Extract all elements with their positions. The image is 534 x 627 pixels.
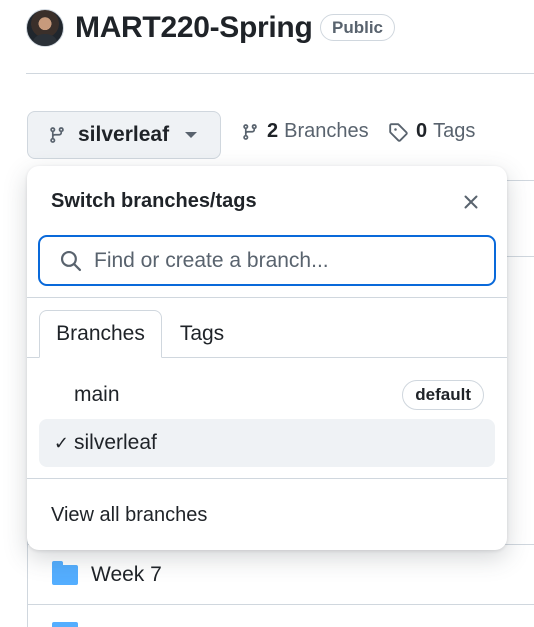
branch-item-silverleaf[interactable]: ✓ silverleaf <box>39 419 495 467</box>
default-badge: default <box>402 380 484 410</box>
branch-dropdown: Switch branches/tags Branches Tags main … <box>27 166 507 550</box>
header-divider <box>26 73 534 74</box>
git-branch-icon <box>243 123 257 140</box>
view-all-branches-link[interactable]: View all branches <box>51 504 207 527</box>
branches-link[interactable]: 2 Branches <box>241 120 369 143</box>
dropdown-divider <box>27 478 507 479</box>
branch-item-main[interactable]: main default <box>39 371 495 419</box>
branches-label: Branches <box>284 120 369 142</box>
branch-selector-button[interactable]: silverleaf <box>27 111 221 159</box>
tags-link[interactable]: 0 Tags <box>388 120 475 143</box>
branch-search-input[interactable] <box>94 248 474 273</box>
file-name[interactable]: Week 7 <box>91 563 162 587</box>
current-branch-label: silverleaf <box>78 123 170 146</box>
git-branch-icon <box>50 127 64 143</box>
tags-label: Tags <box>433 120 476 142</box>
caret-down-icon <box>185 132 198 138</box>
file-row-divider <box>27 604 534 605</box>
branches-count: 2 <box>267 120 279 142</box>
tab-tags[interactable]: Tags <box>169 310 235 358</box>
branch-item-label: main <box>74 383 120 406</box>
search-icon <box>60 250 82 271</box>
branch-item-label: silverleaf <box>74 431 157 454</box>
dropdown-divider <box>27 297 507 298</box>
folder-icon <box>52 622 78 627</box>
folder-icon <box>52 561 78 585</box>
avatar[interactable] <box>26 9 64 47</box>
visibility-badge: Public <box>320 14 396 41</box>
check-icon: ✓ <box>53 432 69 453</box>
repo-name[interactable]: MART220-Spring <box>75 8 313 48</box>
close-icon <box>464 195 478 209</box>
dropdown-title: Switch branches/tags <box>51 190 257 212</box>
file-row-week-7[interactable]: Week 7 <box>52 561 162 587</box>
close-button[interactable] <box>457 188 485 216</box>
branch-search-field[interactable] <box>38 235 496 286</box>
tab-branches[interactable]: Branches <box>39 310 162 358</box>
tag-icon <box>389 122 408 142</box>
tags-count: 0 <box>416 120 428 142</box>
